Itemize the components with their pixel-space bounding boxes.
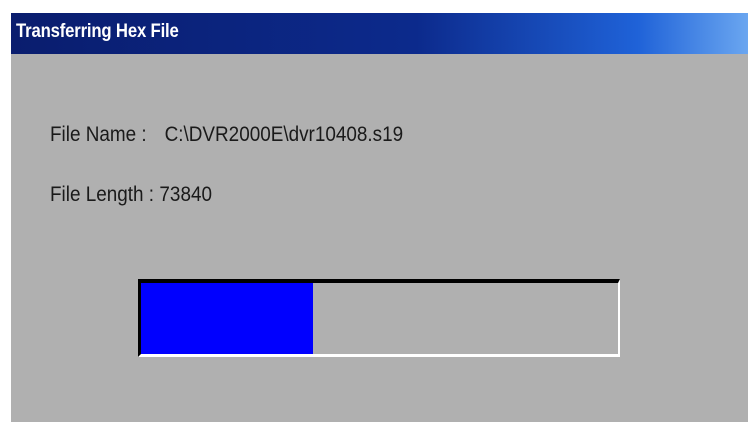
file-name-label: File Name : [50,123,147,146]
title-bar[interactable]: Transferring Hex File [11,13,748,54]
transfer-dialog: Transferring Hex File File Name : C:\DVR2… [11,13,748,422]
file-name-value: C:\DVR2000E\dvr10408.s19 [164,123,404,146]
progress-fill [141,283,313,354]
transfer-progress-bar [138,279,620,357]
file-length-value: 73840 [159,183,212,206]
window-title: Transferring Hex File [16,21,179,42]
file-length-label: File Length : [50,183,155,206]
file-name-row: File Name : C:\DVR2000E\dvr10408.s19 [50,123,403,147]
file-length-row: File Length :73840 [50,183,212,207]
